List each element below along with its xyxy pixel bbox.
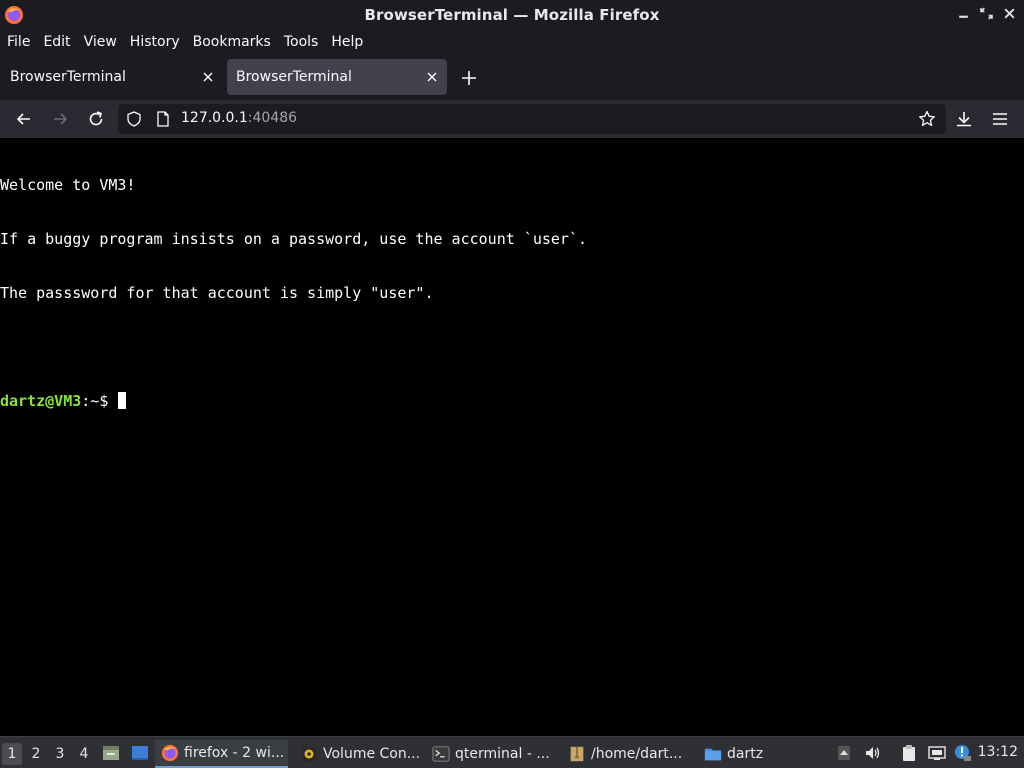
volume-control-icon [301,746,317,762]
close-icon[interactable] [1003,7,1016,20]
forward-icon[interactable] [50,109,70,129]
task-label: qterminal - ... [455,746,550,762]
task-label: firefox - 2 wi... [184,745,285,761]
window-titlebar: BrowserTerminal — Mozilla Firefox [0,0,1024,30]
downloads-icon[interactable] [954,109,974,129]
task-volume-control[interactable]: Volume Con... [296,740,422,768]
window-title: BrowserTerminal — Mozilla Firefox [364,6,660,24]
task-label: Volume Con... [323,746,421,762]
desktop-launcher-icon[interactable] [130,743,150,763]
page-icon[interactable] [156,111,170,127]
archive-icon [570,746,584,762]
tab-browserterminal-2[interactable]: BrowserTerminal [227,59,447,95]
task-label: /home/dart... [591,746,683,762]
task-home-dartz[interactable]: /home/dart... [564,740,692,768]
minimize-icon[interactable] [957,7,970,20]
tab-browserterminal-1[interactable]: BrowserTerminal [1,59,223,95]
terminal-line: If a buggy program insists on a password… [0,230,587,248]
task-firefox[interactable]: firefox - 2 wi... [155,740,288,768]
terminal-prompt-line[interactable]: dartz@VM3:~$ [0,392,1024,410]
bookmark-star-icon[interactable] [918,110,936,128]
task-qterminal[interactable]: qterminal - ... [428,740,554,768]
workspace-3[interactable]: 3 [50,743,70,765]
menu-bookmarks[interactable]: Bookmarks [193,34,271,50]
prompt-user-host: dartz@VM3 [0,392,82,410]
reload-icon[interactable] [86,109,106,129]
network-icon[interactable] [928,744,946,762]
firefox-icon [5,6,23,24]
prompt-path: :~$ [81,392,118,410]
menu-bar: File Edit View History Bookmarks Tools H… [0,30,1024,53]
terminal-icon [432,746,450,762]
close-tab-icon[interactable] [425,70,439,84]
clock[interactable]: 13:12 [978,744,1018,760]
terminal-line: Welcome to VM3! [0,176,136,194]
url-host: 127.0.0.1 [181,110,248,126]
menu-view[interactable]: View [84,34,117,50]
url-bar[interactable]: 127.0.0.1:40486 [118,104,946,134]
close-tab-icon[interactable] [201,70,215,84]
terminal-cursor [118,392,127,409]
url-text[interactable]: 127.0.0.1:40486 [181,110,297,126]
file-manager-launcher-icon[interactable] [101,743,121,763]
workspace-1[interactable]: 1 [2,743,22,765]
shield-icon[interactable] [126,111,142,127]
scroll-up-icon[interactable] [835,744,853,762]
menu-history[interactable]: History [130,34,180,50]
menu-edit[interactable]: Edit [43,34,70,50]
menu-file[interactable]: File [7,34,30,50]
new-tab-icon[interactable] [459,68,479,88]
restore-icon[interactable] [980,7,993,20]
speaker-icon[interactable] [864,744,882,762]
clipboard-icon[interactable] [900,744,918,762]
update-notifier-icon[interactable] [954,744,972,762]
workspace-2[interactable]: 2 [26,743,46,765]
url-port: :40486 [247,110,298,126]
terminal-screen[interactable]: Welcome to VM3! If a buggy program insis… [0,138,1024,735]
tab-label: BrowserTerminal [236,69,352,85]
folder-icon [704,748,722,761]
navigation-bar: 127.0.0.1:40486 [0,100,1024,138]
workspace-4[interactable]: 4 [74,743,94,765]
firefox-icon [161,744,179,762]
back-icon[interactable] [14,109,34,129]
task-dartz-folder[interactable]: dartz [700,740,780,768]
task-label: dartz [727,746,764,762]
terminal-line: The passsword for that account is simply… [0,284,434,302]
tab-label: BrowserTerminal [10,69,126,85]
menu-hamburger-icon[interactable] [990,109,1010,129]
tab-strip: BrowserTerminal BrowserTerminal [0,53,1024,100]
menu-tools[interactable]: Tools [284,34,319,50]
menu-help[interactable]: Help [331,34,363,50]
taskbar: 1 2 3 4 firefox - 2 wi... Volume Con... … [0,736,1024,768]
